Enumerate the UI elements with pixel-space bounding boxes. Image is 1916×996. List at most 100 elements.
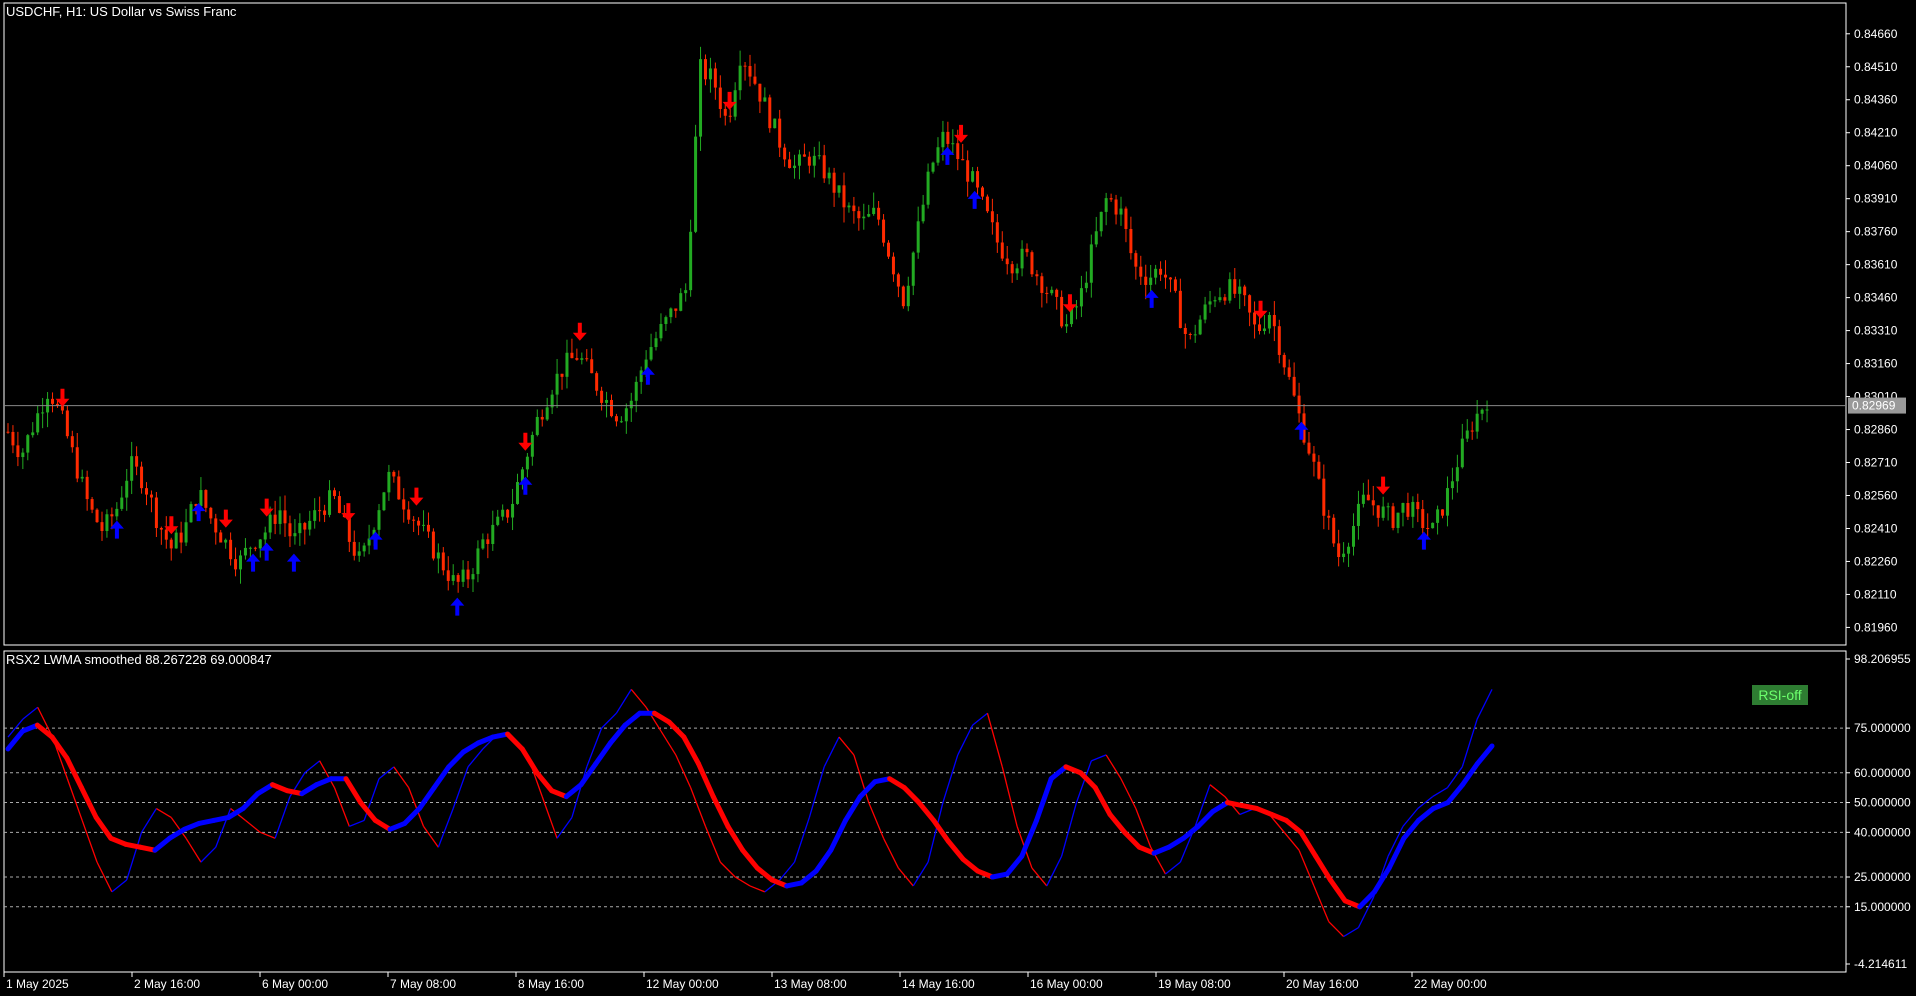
candle-body bbox=[1198, 319, 1202, 335]
candle-body bbox=[164, 529, 168, 540]
candle-body bbox=[1040, 276, 1044, 293]
candle-body bbox=[1223, 297, 1227, 301]
candle-body bbox=[441, 552, 445, 571]
candle-body bbox=[778, 118, 782, 148]
candle-body bbox=[1406, 503, 1410, 517]
candle-body bbox=[718, 87, 722, 109]
candle-body bbox=[560, 373, 564, 377]
candle-body bbox=[135, 456, 139, 467]
candle-body bbox=[26, 435, 30, 453]
candle-body bbox=[1292, 376, 1296, 396]
candle-body bbox=[1332, 517, 1336, 544]
candle-body bbox=[669, 308, 673, 318]
candle-body bbox=[1411, 501, 1415, 517]
candle-body bbox=[234, 559, 238, 570]
candle-body bbox=[174, 532, 178, 549]
candle-body bbox=[664, 317, 668, 324]
candle-body bbox=[1436, 509, 1440, 523]
price-tick-label: 0.83460 bbox=[1854, 291, 1898, 305]
candle-body bbox=[1366, 494, 1370, 501]
candle-body bbox=[1149, 277, 1153, 285]
candle-body bbox=[530, 434, 534, 457]
candle-body bbox=[679, 293, 683, 311]
candle-body bbox=[738, 65, 742, 91]
candle-body bbox=[703, 59, 707, 80]
candle-body bbox=[224, 539, 228, 543]
candle-body bbox=[609, 399, 613, 417]
candle-body bbox=[516, 482, 520, 504]
candle-body bbox=[966, 160, 970, 182]
candle-body bbox=[120, 497, 124, 509]
time-tick-label: 20 May 16:00 bbox=[1286, 977, 1359, 991]
time-tick-label: 13 May 08:00 bbox=[774, 977, 847, 991]
candle-body bbox=[728, 115, 732, 117]
candle-body bbox=[842, 185, 846, 208]
candle-body bbox=[1401, 503, 1405, 513]
candle-body bbox=[70, 436, 74, 448]
candle-body bbox=[723, 108, 727, 116]
candle-body bbox=[357, 551, 361, 556]
candle-body bbox=[1460, 438, 1464, 468]
candle-body bbox=[867, 214, 871, 217]
candle-body bbox=[55, 403, 59, 406]
price-tick-label: 0.84060 bbox=[1854, 159, 1898, 173]
candle-body bbox=[926, 171, 930, 205]
current-price-label: 0.82969 bbox=[1852, 399, 1896, 413]
candle-body bbox=[253, 547, 257, 549]
candle-body bbox=[590, 359, 594, 374]
candle-body bbox=[694, 136, 698, 232]
candle-body bbox=[313, 510, 317, 521]
candle-body bbox=[1060, 296, 1064, 327]
candle-body bbox=[951, 143, 955, 145]
candle-body bbox=[387, 471, 391, 493]
candle-body bbox=[431, 531, 435, 559]
candle-body bbox=[219, 532, 223, 543]
candle-body bbox=[713, 68, 717, 88]
candle-body bbox=[1441, 509, 1445, 516]
candle-body bbox=[1109, 198, 1113, 200]
candle-body bbox=[1312, 453, 1316, 462]
candle-body bbox=[570, 352, 574, 359]
candle-body bbox=[1045, 292, 1049, 294]
candle-body bbox=[1233, 279, 1237, 294]
candle-body bbox=[417, 520, 421, 526]
candle-body bbox=[639, 370, 643, 382]
candle-body bbox=[471, 574, 475, 580]
time-tick-label: 7 May 08:00 bbox=[390, 977, 456, 991]
candle-body bbox=[229, 539, 233, 560]
candle-body bbox=[273, 514, 277, 524]
candle-body bbox=[476, 548, 480, 575]
candle-body bbox=[436, 552, 440, 559]
indicator-tick-label: 50.000000 bbox=[1854, 796, 1911, 810]
candle-body bbox=[1431, 522, 1435, 529]
candle-body bbox=[1173, 279, 1177, 291]
candle-body bbox=[1386, 506, 1390, 508]
candle-body bbox=[1470, 430, 1474, 432]
candle-body bbox=[1327, 515, 1331, 518]
candle-body bbox=[600, 390, 604, 403]
candle-body bbox=[1074, 306, 1078, 308]
time-tick-label: 16 May 00:00 bbox=[1030, 977, 1103, 991]
candle-body bbox=[837, 185, 841, 193]
candle-body bbox=[1208, 301, 1212, 305]
time-tick-label: 6 May 00:00 bbox=[262, 977, 328, 991]
candle-body bbox=[654, 338, 658, 348]
candle-body bbox=[1421, 509, 1425, 528]
candle-body bbox=[412, 519, 416, 521]
candle-body bbox=[748, 65, 752, 77]
candle-body bbox=[110, 514, 114, 517]
candle-body bbox=[812, 155, 816, 166]
price-tick-label: 0.84210 bbox=[1854, 126, 1898, 140]
candle-body bbox=[758, 83, 762, 102]
candle-body bbox=[1000, 242, 1004, 259]
candle-body bbox=[130, 456, 134, 481]
candle-body bbox=[1445, 488, 1449, 516]
candle-body bbox=[501, 509, 505, 517]
indicator-tick-label: 15.000000 bbox=[1854, 900, 1911, 914]
candle-body bbox=[1188, 334, 1192, 336]
candle-body bbox=[303, 523, 307, 530]
candle-body bbox=[689, 231, 693, 291]
candle-body bbox=[392, 471, 396, 477]
chart-root: 0.84660 0.84510 0.84360 0.84210 0.84060 0.839… bbox=[0, 0, 1916, 996]
candle-body bbox=[1144, 276, 1148, 285]
